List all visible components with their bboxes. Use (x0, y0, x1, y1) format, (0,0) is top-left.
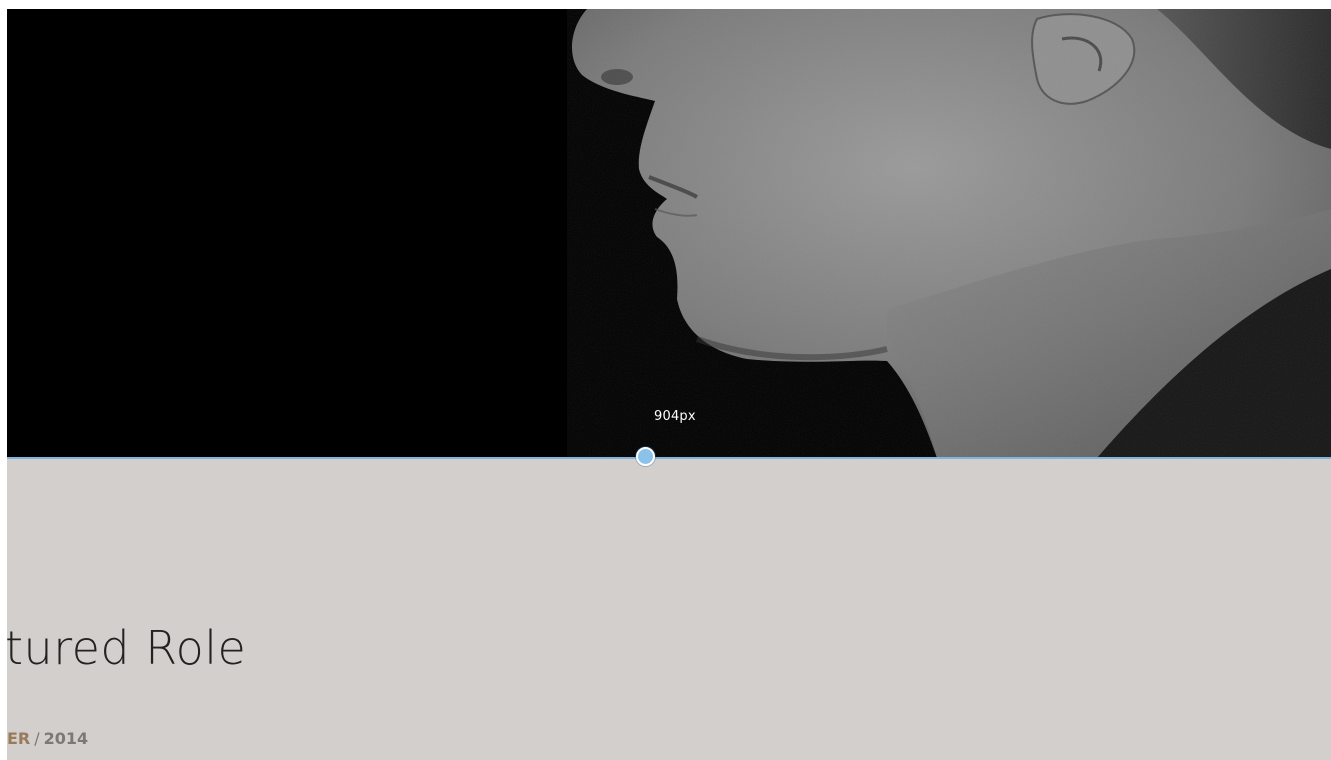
project-title: tured Role (7, 621, 247, 675)
project-meta: ER/2014 (7, 729, 88, 748)
project-role: ER (7, 729, 31, 748)
portrait-photo (7, 9, 1331, 458)
height-resize-line[interactable] (7, 457, 1331, 459)
page-canvas: 904px tured Role ER/2014 (7, 9, 1331, 760)
height-readout: 904px (654, 409, 696, 424)
project-year: 2014 (43, 729, 89, 748)
meta-separator: / (34, 729, 40, 748)
height-resize-handle[interactable] (636, 447, 655, 466)
hero-image[interactable] (7, 9, 1331, 458)
